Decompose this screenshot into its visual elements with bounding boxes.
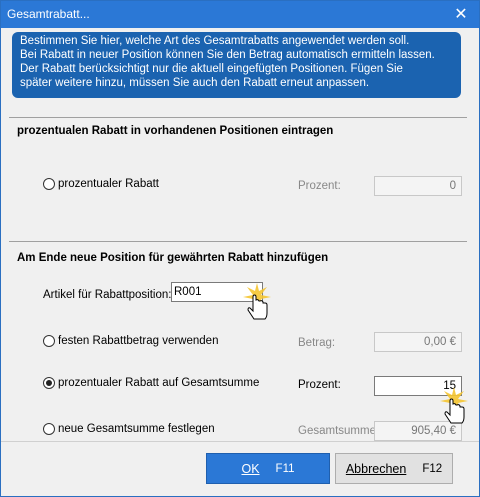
article-label: Artikel für Rabattposition:: [43, 289, 172, 301]
info-line: später weitere hinzu, müssen Sie auch de…: [20, 77, 370, 89]
cancel-label: Abbrechen: [345, 461, 407, 476]
radio-label: neue Gesamtsumme festlegen: [58, 423, 215, 435]
section-title-existing: prozentualen Rabatt in vorhandenen Posit…: [17, 125, 334, 137]
cancel-button[interactable]: Abbrechen F12: [335, 453, 453, 484]
section-divider: [9, 117, 467, 118]
radio-percent-total[interactable]: prozentualer Rabatt auf Gesamtsumme: [43, 377, 259, 389]
info-line: Bei Rabatt in neuer Position können Sie …: [20, 49, 435, 61]
radio-percent-existing[interactable]: prozentualer Rabatt: [43, 178, 159, 190]
window-title: Gesamtrabatt...: [7, 7, 90, 21]
info-line: Bestimmen Sie hier, welche Art des Gesam…: [20, 35, 410, 47]
radio-button[interactable]: [43, 335, 55, 347]
info-line: Der Rabatt berücksichtigt nur die aktuel…: [20, 63, 403, 75]
hand-cursor-icon: [243, 283, 271, 320]
dialog-window: Gesamtrabatt... ✕ Bestimmen Sie hier, we…: [0, 0, 480, 497]
radio-button[interactable]: [43, 178, 55, 190]
info-box: Bestimmen Sie hier, welche Art des Gesam…: [12, 32, 461, 98]
footer-divider: [1, 441, 479, 442]
radio-fixed-amount[interactable]: festen Rabattbetrag verwenden: [43, 335, 218, 347]
ok-button[interactable]: OK F11: [206, 453, 330, 484]
ok-label: OK: [241, 461, 260, 476]
ok-shortcut: F11: [275, 462, 295, 475]
percent-existing-field[interactable]: 0: [374, 176, 462, 196]
amount-label: Betrag:: [298, 337, 336, 349]
radio-button[interactable]: [43, 423, 55, 435]
percent-label: Prozent:: [298, 180, 341, 192]
close-icon[interactable]: ✕: [451, 4, 471, 24]
title-bar[interactable]: Gesamtrabatt... ✕: [1, 1, 479, 28]
total-label: Gesamtsumme: [298, 425, 376, 437]
radio-label: prozentualer Rabatt: [58, 178, 160, 190]
radio-label: prozentualer Rabatt auf Gesamtsumme: [58, 377, 260, 389]
radio-button-selected[interactable]: [43, 377, 55, 389]
radio-new-total[interactable]: neue Gesamtsumme festlegen: [43, 423, 215, 435]
amount-field[interactable]: 0,00 €: [374, 332, 462, 352]
hand-cursor-icon: [440, 387, 468, 424]
section-divider: [9, 241, 467, 242]
percent-label: Prozent:: [298, 379, 341, 391]
radio-label: festen Rabattbetrag verwenden: [58, 335, 219, 347]
cancel-shortcut: F12: [422, 462, 443, 475]
section-title-new-position: Am Ende neue Position für gewährten Raba…: [17, 252, 329, 264]
